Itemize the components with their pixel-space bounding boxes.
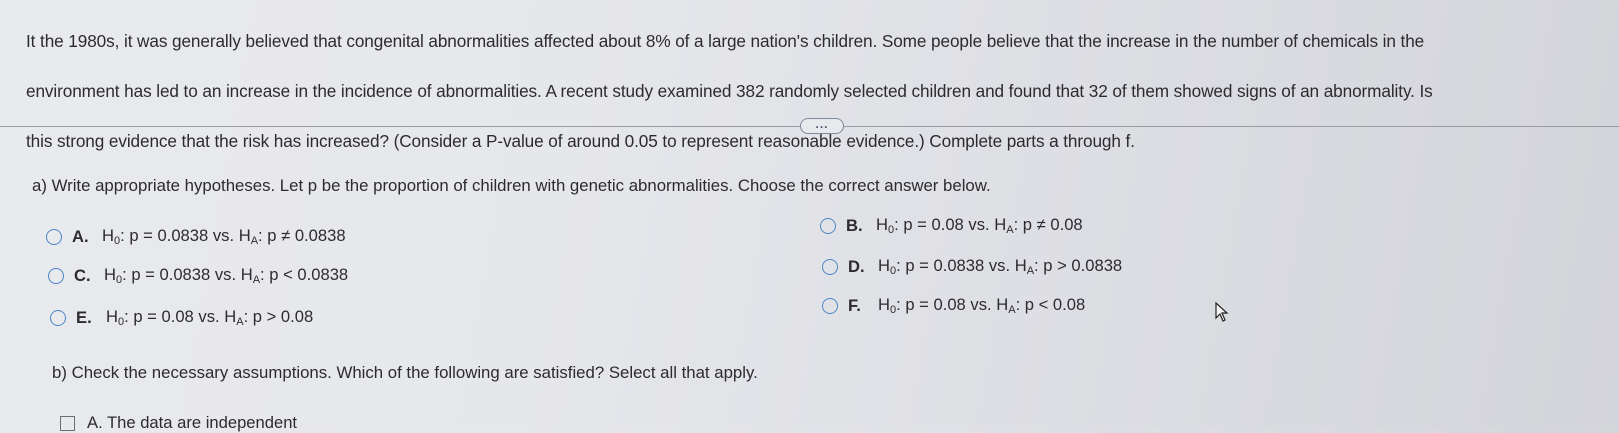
- option-e-vs: vs.: [198, 307, 220, 326]
- radio-option-d[interactable]: [822, 258, 838, 275]
- option-a-h0: p = 0.0838: [129, 226, 209, 245]
- radio-option-e[interactable]: [50, 309, 66, 326]
- part-a-question: a) Write appropriate hypotheses. Let p b…: [32, 176, 991, 195]
- option-f[interactable]: F. H0: p = 0.08 vs. HA: p < 0.08: [822, 295, 1085, 316]
- checkbox-option-a[interactable]: [60, 415, 75, 431]
- option-b[interactable]: B. H0: p = 0.08 vs. HA: p ≠ 0.08: [820, 215, 1083, 236]
- option-c-letter: C.: [74, 265, 91, 285]
- mouse-pointer-icon: [1215, 301, 1229, 327]
- option-d[interactable]: D. H0: p = 0.0838 vs. HA: p > 0.0838: [822, 256, 1122, 277]
- option-f-hypotheses: H0: p = 0.08 vs. HA: p < 0.08: [878, 295, 1086, 316]
- option-f-letter: F.: [848, 295, 861, 315]
- option-d-h0: p = 0.0838: [905, 256, 985, 275]
- option-a-ha: p ≠ 0.0838: [267, 226, 346, 245]
- option-d-letter: D.: [848, 256, 865, 276]
- part-b-option-a-label: A. The data are independent: [87, 413, 298, 432]
- option-e-hypotheses: H0: p = 0.08 vs. HA: p > 0.08: [106, 307, 314, 328]
- option-a-vs: vs.: [212, 226, 235, 245]
- radio-option-b[interactable]: [820, 217, 836, 234]
- option-c-h0: p = 0.0838: [131, 265, 211, 284]
- option-b-vs: vs.: [968, 215, 990, 234]
- problem-line-2: environment has led to an increase in th…: [26, 81, 1433, 101]
- option-f-h0: p = 0.08: [905, 295, 966, 314]
- option-e-h0: p = 0.08: [133, 307, 194, 326]
- option-c-vs: vs.: [214, 265, 237, 284]
- problem-line-1: It the 1980s, it was generally believed …: [26, 31, 1425, 51]
- radio-option-c[interactable]: [48, 267, 64, 284]
- option-c-hypotheses: H0: p = 0.0838 vs. HA: p < 0.0838: [104, 265, 349, 286]
- part-b-question: b) Check the necessary assumptions. Whic…: [52, 363, 758, 382]
- more-dots-icon: ...: [815, 117, 829, 131]
- option-d-vs: vs.: [988, 256, 1011, 275]
- option-d-ha: p > 0.0838: [1043, 256, 1123, 275]
- radio-option-a[interactable]: [46, 228, 62, 245]
- option-f-ha: p < 0.08: [1024, 295, 1086, 314]
- option-b-h0: p = 0.08: [903, 215, 964, 234]
- option-d-hypotheses: H0: p = 0.0838 vs. HA: p > 0.0838: [878, 256, 1123, 277]
- option-a[interactable]: A. H0: p = 0.0838 vs. HA: p ≠ 0.0838: [46, 226, 346, 247]
- radio-option-f[interactable]: [822, 297, 838, 314]
- option-b-hypotheses: H0: p = 0.08 vs. HA: p ≠ 0.08: [876, 215, 1083, 236]
- option-b-ha: p ≠ 0.08: [1022, 215, 1083, 234]
- option-e[interactable]: E. H0: p = 0.08 vs. HA: p > 0.08: [50, 307, 313, 328]
- option-a-letter: A.: [72, 226, 89, 246]
- option-e-ha: p > 0.08: [252, 307, 314, 326]
- option-e-letter: E.: [76, 307, 92, 327]
- option-a-hypotheses: H0: p = 0.0838 vs. HA: p ≠ 0.0838: [102, 226, 346, 247]
- option-c-ha: p < 0.0838: [269, 265, 349, 284]
- option-b-letter: B.: [846, 215, 863, 235]
- option-f-vs: vs.: [970, 295, 992, 314]
- expand-button[interactable]: ...: [800, 118, 844, 134]
- option-c[interactable]: C. H0: p = 0.0838 vs. HA: p < 0.0838: [48, 265, 348, 286]
- problem-statement: It the 1980s, it was generally believed …: [26, 4, 1616, 179]
- part-b-option-a[interactable]: A. The data are independent: [60, 413, 297, 433]
